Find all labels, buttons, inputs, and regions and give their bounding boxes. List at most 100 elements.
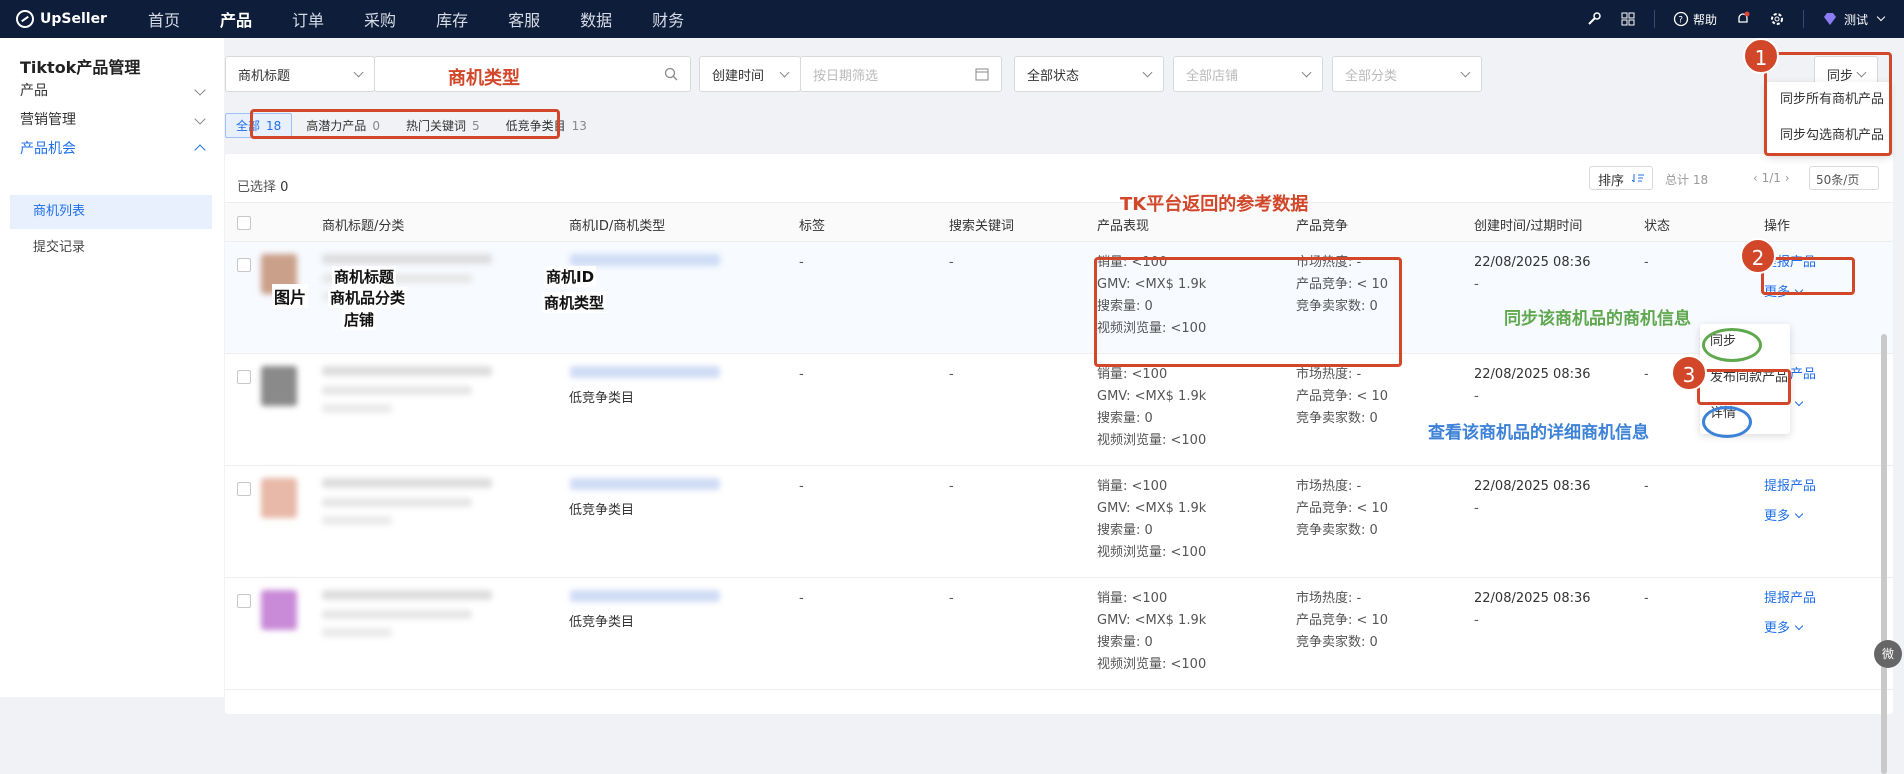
sidebar-item-marketing[interactable]: 营销管理 — [20, 109, 210, 129]
annotation-opportunity-type: 商机类型 — [448, 68, 520, 89]
bell-icon[interactable] — [1735, 11, 1751, 27]
user-name: 测试 — [1843, 12, 1868, 27]
select-all-checkbox[interactable] — [237, 216, 251, 230]
sidebar-item-label: 产品 — [20, 83, 48, 99]
annotation-shop: 店铺 — [342, 309, 377, 330]
product-thumbnail — [261, 478, 297, 518]
sync-oval — [1702, 328, 1762, 362]
pagination[interactable]: ‹ 1/1 › — [1753, 171, 1790, 185]
sidebar-sub-submit-records[interactable]: 提交记录 — [10, 231, 212, 265]
row-checkbox[interactable] — [237, 258, 251, 272]
table-row: 低竞争类目 - - 销量: <100 GMV: <MX$ 1.9k 搜索量: 0 视频浏览量… — [225, 354, 1893, 466]
vertical-scrollbar[interactable] — [1881, 334, 1887, 774]
performance-metric: 销量: <100 — [1097, 367, 1168, 382]
top-nav: UpSeller 首页 产品 订单 采购 库存 客服 数据 财务 ? 帮助 测试 — [0, 0, 1904, 38]
badge-2: 2 — [1740, 238, 1776, 274]
performance-metric: 销量: <100 — [1097, 591, 1168, 606]
opportunity-id — [570, 478, 720, 490]
nav-products[interactable]: 产品 — [220, 7, 252, 31]
detail-oval — [1702, 406, 1752, 438]
more-actions-link[interactable]: 更多 — [1764, 618, 1804, 640]
tag-value: - — [799, 367, 804, 382]
sidebar-item-label: 产品机会 — [20, 141, 76, 157]
sidebar-item-products[interactable]: 产品 — [20, 80, 210, 100]
performance-metric: 销量: <100 — [1097, 479, 1168, 494]
date-filter-input[interactable]: 按日期筛选 — [800, 56, 1002, 92]
submit-product-link[interactable]: 提报产品 — [1764, 476, 1816, 498]
sidebar-item-opportunities[interactable]: 产品机会 — [20, 138, 210, 158]
gear-icon[interactable] — [1769, 11, 1785, 27]
row-checkbox[interactable] — [237, 370, 251, 384]
status-select[interactable]: 全部状态 — [1014, 56, 1164, 92]
nav-inventory[interactable]: 库存 — [436, 7, 468, 31]
opportunity-type: 低竞争类目 — [569, 391, 635, 406]
keyword-value: - — [949, 367, 954, 382]
performance-metric: 视频浏览量: <100 — [1097, 545, 1207, 560]
sidebar-title: Tiktok产品管理 — [20, 58, 141, 77]
nav-home[interactable]: 首页 — [148, 7, 180, 31]
submit-product-link[interactable]: 提报产品 — [1764, 588, 1816, 610]
chevron-down-icon — [779, 67, 790, 78]
nav-finance[interactable]: 财务 — [652, 7, 684, 31]
nav-data[interactable]: 数据 — [580, 7, 612, 31]
row-checkbox[interactable] — [237, 482, 251, 496]
created-time: 22/08/2025 08:36 — [1474, 255, 1591, 270]
expire-time: - — [1474, 501, 1479, 516]
opportunity-id — [570, 366, 720, 378]
help-link[interactable]: ? 帮助 — [1673, 11, 1717, 28]
diamond-icon — [1823, 13, 1836, 25]
selected-count: 已选择 0 — [237, 180, 289, 195]
product-title — [322, 366, 492, 376]
wrench-icon[interactable] — [1586, 11, 1602, 27]
data-highlight-box — [1094, 257, 1402, 367]
upseller-logo[interactable]: UpSeller — [16, 10, 126, 28]
product-thumbnail — [261, 590, 297, 630]
total-count: 总计 18 — [1665, 173, 1709, 187]
competition-metric: 竞争卖家数: 0 — [1296, 411, 1378, 426]
action-highlight-box — [1761, 257, 1855, 295]
create-time-select[interactable]: 创建时间 — [699, 56, 801, 92]
annotation-title: 商机标题 — [332, 266, 397, 287]
per-page-select[interactable]: 50条/页 — [1809, 166, 1879, 190]
search-input[interactable] — [374, 56, 691, 92]
row-checkbox[interactable] — [237, 594, 251, 608]
performance-metric: 搜索量: 0 — [1097, 635, 1153, 650]
status-value: - — [1644, 479, 1649, 494]
chevron-down-icon — [1301, 67, 1312, 78]
wechat-float-icon[interactable]: 微 — [1874, 640, 1902, 668]
help-icon: ? — [1673, 11, 1689, 27]
shop-name — [322, 404, 392, 413]
product-category — [322, 386, 472, 395]
status-value: - — [1644, 367, 1649, 382]
annotation-detail-info: 查看该商机品的详细商机信息 — [1428, 423, 1649, 443]
apps-grid-icon[interactable] — [1620, 11, 1636, 27]
performance-metric: 搜索量: 0 — [1097, 523, 1153, 538]
chevron-down-icon — [1794, 509, 1804, 519]
annotation-sync-info: 同步该商机品的商机信息 — [1504, 309, 1691, 329]
table-row: 低竞争类目 - - 销量: <100 GMV: <MX$ 1.9k 搜索量: 0 视频浏览量… — [225, 466, 1893, 578]
chevron-up-icon — [194, 144, 206, 156]
help-label: 帮助 — [1692, 12, 1717, 27]
expire-time: - — [1474, 389, 1479, 404]
nav-purchase[interactable]: 采购 — [364, 7, 396, 31]
annotation-category: 商机品分类 — [328, 287, 408, 308]
sidebar-sub-opportunity-list[interactable]: 商机列表 — [10, 195, 212, 229]
header-competition: 产品竞争 — [1296, 219, 1349, 234]
header-time: 创建时间/过期时间 — [1474, 219, 1583, 234]
tag-value: - — [799, 591, 804, 606]
nav-service[interactable]: 客服 — [508, 7, 540, 31]
tabs-highlight-box — [250, 109, 560, 139]
chevron-down-icon — [194, 84, 206, 96]
shop-select[interactable]: 全部店铺 — [1173, 56, 1323, 92]
category-select[interactable]: 全部分类 — [1332, 56, 1482, 92]
table-row: - - 销量: <100 GMV: <MX$ 1.9k 搜索量: 0 视频浏览量: <10… — [225, 242, 1893, 354]
sort-button[interactable]: 排序 — [1589, 166, 1653, 190]
title-type-select[interactable]: 商机标题 — [225, 56, 375, 92]
table-row: 低竞争类目 - - 销量: <100 GMV: <MX$ 1.9k 搜索量: 0 视频浏览量… — [225, 578, 1893, 690]
sync-highlight-box — [1764, 52, 1892, 156]
more-actions-link[interactable]: 更多 — [1764, 506, 1804, 528]
header-tag: 标签 — [799, 219, 826, 234]
nav-orders[interactable]: 订单 — [292, 7, 324, 31]
user-menu[interactable]: 测试 — [1822, 11, 1886, 28]
nav-divider — [1653, 10, 1655, 28]
